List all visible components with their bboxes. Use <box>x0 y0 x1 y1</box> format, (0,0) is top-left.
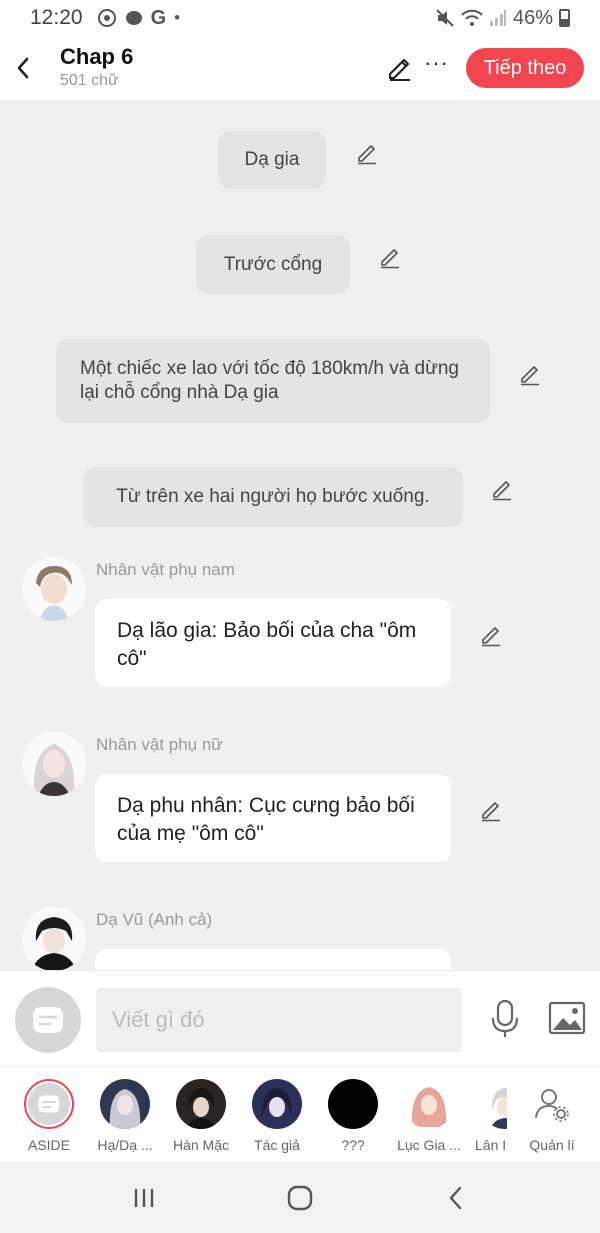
narration-message[interactable]: Một chiếc xe lao với tốc độ 180km/h và d… <box>56 339 490 423</box>
character-item[interactable]: ??? <box>315 1079 391 1153</box>
character-avatar <box>328 1079 378 1129</box>
dialogue-text: Dạ lão gia: Bảo bối của cha "ôm cô" <box>117 619 417 670</box>
character-item[interactable]: Hạ/Dạ ... <box>87 1079 163 1153</box>
character-avatar <box>480 1079 507 1129</box>
chat-icon <box>125 11 142 25</box>
message-input-bar <box>0 970 600 1066</box>
edit-message-icon[interactable] <box>378 245 402 269</box>
more-options-button[interactable]: ··· <box>424 50 449 76</box>
speaker-avatar[interactable] <box>22 557 86 621</box>
character-avatar <box>252 1079 302 1129</box>
narration-text: Dạ gia <box>244 149 300 170</box>
character-item[interactable]: Hàn Mặc <box>163 1079 239 1153</box>
aside-avatar <box>24 1079 74 1129</box>
narration-text: Trước cổng <box>223 253 323 275</box>
narration-text: Một chiếc xe lao với tốc độ 180km/h và d… <box>80 358 459 403</box>
battery-level: 46% <box>512 6 553 29</box>
manage-icon <box>527 1079 577 1129</box>
speaker-name: Dạ Vũ (Anh cả) <box>96 910 213 929</box>
edit-message-icon[interactable] <box>518 362 542 386</box>
battery-icon <box>559 9 570 27</box>
character-name: ??? <box>341 1137 365 1153</box>
next-chapter-button[interactable]: Tiếp theo <box>466 48 584 88</box>
character-selector: ASIDE Hạ/Dạ ... Hàn Mặc Tác giả ??? Lục … <box>0 1066 600 1162</box>
chevron-left-icon <box>449 1186 462 1210</box>
character-name: Lục Gia ... <box>397 1137 461 1153</box>
character-item[interactable]: Lân I <box>467 1079 507 1153</box>
narration-message[interactable]: Dạ gia <box>218 131 326 189</box>
status-bar: 12:20 G • 46% <box>0 0 600 36</box>
page-title: Chap 6 <box>60 44 134 69</box>
system-nav-bar <box>0 1162 600 1233</box>
google-icon: G <box>150 6 167 29</box>
female-character-avatar <box>22 732 86 796</box>
edit-message-icon[interactable] <box>355 141 379 165</box>
character-name: ASIDE <box>27 1137 70 1153</box>
wifi-icon <box>461 9 483 26</box>
recent-apps-button[interactable] <box>124 1180 164 1216</box>
character-item[interactable]: Lục Gia ... <box>391 1079 467 1153</box>
dot-icon: • <box>174 8 181 27</box>
speaker-avatar[interactable] <box>22 732 86 796</box>
speaker-avatar[interactable] <box>22 907 86 970</box>
home-icon <box>287 1185 313 1211</box>
home-button[interactable] <box>280 1180 320 1216</box>
image-icon[interactable] <box>548 1001 586 1035</box>
settings-icon <box>97 9 116 27</box>
manage-label: Quản lí <box>529 1137 575 1153</box>
speaker-name: Nhân vật phụ nam <box>96 560 235 579</box>
mute-icon <box>436 9 454 27</box>
character-item[interactable]: Tác giả <box>239 1079 315 1153</box>
message-icon <box>38 1095 60 1113</box>
dialogue-message[interactable]: Dạ phu nhân: Cục cưng bảo bối của mẹ "ôm… <box>95 774 451 862</box>
dialogue-message[interactable]: Dạ lão gia: Bảo bối của cha "ôm cô" <box>95 599 451 687</box>
message-input[interactable] <box>96 988 462 1052</box>
dialogue-text: Dạ phu nhân: Cục cưng bảo bối của mẹ "ôm… <box>117 794 415 845</box>
edit-message-icon[interactable] <box>490 477 514 501</box>
character-name: Lân I <box>475 1137 507 1153</box>
character-aside[interactable]: ASIDE <box>11 1079 87 1153</box>
chapter-header: Chap 6 501 chữ ··· Tiếp theo <box>0 36 600 100</box>
narration-message[interactable]: Trước cổng <box>196 235 350 294</box>
character-avatar <box>100 1079 150 1129</box>
dark-character-avatar <box>22 907 86 970</box>
system-back-button[interactable] <box>436 1180 476 1216</box>
character-avatar <box>176 1079 226 1129</box>
chevron-left-icon <box>17 57 29 79</box>
character-avatar <box>404 1079 454 1129</box>
character-name: Tác giả <box>254 1137 300 1153</box>
character-name: Hạ/Dạ ... <box>97 1137 153 1153</box>
speaker-name: Nhân vật phụ nữ <box>96 735 223 754</box>
word-count: 501 chữ <box>60 72 119 89</box>
recent-apps-icon <box>134 1189 154 1207</box>
back-button[interactable] <box>0 36 46 100</box>
dialogue-message[interactable] <box>95 949 451 970</box>
signal-icon <box>489 10 506 26</box>
male-character-avatar <box>22 557 86 621</box>
edit-message-icon[interactable] <box>479 623 503 647</box>
character-name: Hàn Mặc <box>172 1137 230 1153</box>
narration-text: Từ trên xe hai người họ bước xuống. <box>116 486 430 507</box>
microphone-icon[interactable] <box>488 999 522 1039</box>
manage-characters-button[interactable]: Quản lí <box>514 1079 590 1153</box>
message-icon <box>33 1007 63 1033</box>
chat-area[interactable]: Dạ gia Trước cổng Một chiếc xe lao với t… <box>0 100 600 970</box>
status-time: 12:20 <box>30 6 83 29</box>
aside-toggle-button[interactable] <box>15 987 81 1053</box>
narration-message[interactable]: Từ trên xe hai người họ bước xuống. <box>83 467 463 527</box>
edit-message-icon[interactable] <box>479 798 503 822</box>
edit-chapter-icon[interactable] <box>384 52 414 82</box>
